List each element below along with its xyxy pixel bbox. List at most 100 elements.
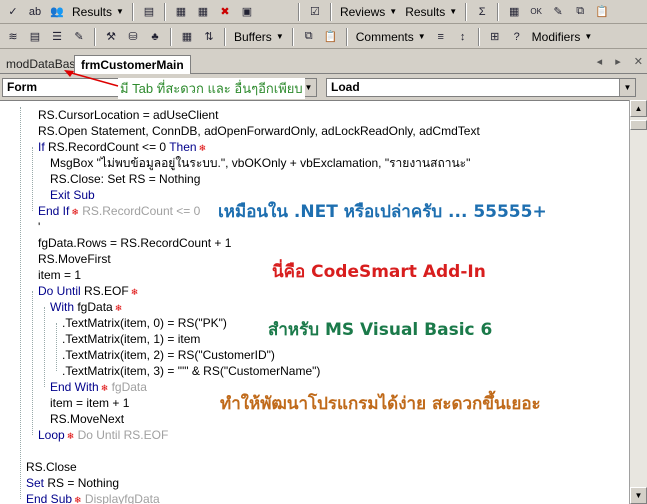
code-line[interactable]: RS.MoveNext (50, 411, 124, 427)
code-keyword: End With (50, 380, 99, 394)
toolbar-second: ≋ ▤ ☰ ✎ ⚒ ⛁ ♣ ▦ ⇅ Buffers ▼ ⧉ 📋 Comments ▼… (0, 25, 647, 49)
code-editor[interactable]: RS.CursorLocation = adUseClient RS.Open S… (0, 100, 629, 504)
code-line[interactable]: Loop ❄ Do Until RS.EOF (38, 427, 168, 443)
delete-icon[interactable]: ✖ (215, 2, 235, 22)
tab-next-icon[interactable]: ▸ (615, 56, 621, 68)
copy2-icon[interactable]: ⧉ (299, 27, 319, 47)
scroll-thumb[interactable] (630, 120, 647, 130)
code-text: RS.RecordCount <= 0 (48, 140, 170, 154)
code-line[interactable]: If RS.RecordCount <= 0 Then ❄ (38, 139, 206, 155)
code-keyword: Exit Sub (50, 188, 95, 202)
sort-az-icon[interactable]: ↕ (453, 27, 473, 47)
table-icon[interactable]: ▦ (177, 27, 197, 47)
code-line[interactable]: End With ❄ fgData (50, 379, 147, 395)
edit-icon[interactable]: ✎ (548, 2, 568, 22)
code-keyword: With (50, 300, 78, 314)
separator (163, 2, 166, 21)
separator (94, 27, 96, 46)
tree-list-icon[interactable]: ⊞ (485, 27, 505, 47)
code-line[interactable]: RS.Open Statement, ConnDB, adOpenForward… (38, 123, 480, 139)
code-line[interactable]: .TextMatrix(item, 2) = RS("CustomerID") (62, 347, 275, 363)
code-text: item = item + 1 (50, 396, 130, 410)
code-text: fgData.Rows = RS.RecordCount + 1 (38, 236, 232, 250)
database-icon[interactable]: ⛁ (123, 27, 143, 47)
comments-menu[interactable]: Comments ▼ (352, 27, 430, 47)
form-icon[interactable]: ▤ (139, 2, 159, 22)
sort-icon[interactable]: ⇅ (199, 27, 219, 47)
tree-icon[interactable]: ♣ (145, 27, 165, 47)
ok-icon[interactable]: OK (526, 2, 546, 22)
code-line[interactable]: item = item + 1 (50, 395, 129, 411)
code-text: .TextMatrix(item, 3) = "'" & RS("Custome… (62, 364, 321, 378)
dropdown-arrow-icon[interactable]: ▼ (619, 79, 635, 96)
code-line[interactable]: MsgBox "ไม่พบข้อมูลอยู่ในระบบ.", vbOKOnl… (50, 155, 470, 171)
code-text: ' (38, 220, 41, 234)
chart-edit-icon[interactable]: ✎ (69, 27, 89, 47)
tab-prev-icon[interactable]: ◂ (597, 56, 603, 68)
sigma-icon[interactable]: Σ (472, 2, 492, 22)
code-text: RS.MoveNext (50, 412, 125, 426)
code-line[interactable]: fgData.Rows = RS.RecordCount + 1 (38, 235, 231, 251)
results-menu[interactable]: Results ▼ (68, 2, 128, 22)
align-icon[interactable]: ≡ (431, 27, 451, 47)
code-line[interactable]: Set RS = Nothing (26, 475, 119, 491)
people-icon[interactable]: 👥 (47, 2, 67, 22)
code-line[interactable]: With fgData ❄ (50, 299, 122, 315)
help-icon[interactable]: ? (507, 27, 527, 47)
code-line[interactable]: .TextMatrix(item, 3) = "'" & RS("Custome… (62, 363, 320, 379)
scroll-up-icon[interactable]: ▲ (630, 100, 647, 117)
tab-close-icon[interactable]: ✕ (634, 56, 643, 68)
tab-controls: ◂ ▸ ✕ (587, 55, 643, 68)
window-icon[interactable]: ▣ (237, 2, 257, 22)
list-icon[interactable]: ☰ (47, 27, 67, 47)
code-text: RS.MoveFirst (38, 252, 111, 266)
code-text: RS = Nothing (47, 476, 120, 490)
spell-check-icon[interactable]: ✓ (3, 2, 23, 22)
grid-down-icon[interactable]: ▦ (193, 2, 213, 22)
code-line[interactable]: ' (38, 219, 40, 235)
procedure-combo[interactable]: Load ▼ (326, 78, 636, 97)
code-line[interactable]: .TextMatrix(item, 1) = item (62, 331, 200, 347)
code-line[interactable]: RS.CursorLocation = adUseClient (38, 107, 218, 123)
code-line[interactable]: End If ❄ RS.RecordCount <= 0 (38, 203, 200, 219)
calculator-icon[interactable]: ▤ (25, 27, 45, 47)
buffers-menu[interactable]: Buffers ▼ (230, 27, 288, 47)
code-line[interactable]: Do Until RS.EOF ❄ (38, 283, 138, 299)
clipboard-icon[interactable]: 📋 (321, 27, 341, 47)
reviews-menu[interactable]: Reviews ▼ (336, 2, 401, 22)
code-text: fgData (77, 300, 113, 314)
code-text: .TextMatrix(item, 2) = RS("CustomerID") (62, 348, 275, 362)
abc-icon[interactable]: ab (25, 2, 45, 22)
grid-up-icon[interactable]: ▦ (171, 2, 191, 22)
code-line[interactable]: RS.Close: Set RS = Nothing (50, 171, 200, 187)
separator (465, 2, 468, 21)
separator (477, 27, 480, 46)
code-text: item = 1 (38, 268, 82, 282)
checklist-icon[interactable]: ☑ (305, 2, 325, 22)
code-line[interactable]: End Sub ❄ DisplayfgData (26, 491, 160, 504)
structure-guide (44, 307, 45, 387)
code-text: RS.CursorLocation = adUseClient (38, 108, 219, 122)
results2-menu[interactable]: Results ▼ (401, 2, 461, 22)
paste-icon[interactable]: 📋 (592, 2, 612, 22)
modifiers-menu[interactable]: Modifiers ▼ (528, 27, 597, 47)
vertical-scrollbar[interactable]: ▲ ▼ (629, 100, 647, 504)
code-line[interactable]: RS.Close (26, 459, 77, 475)
stack-icon[interactable]: ≋ (3, 27, 23, 47)
code-text: RS.Open Statement, ConnDB, adOpenForward… (38, 124, 480, 138)
results-label: Results (72, 4, 113, 19)
code-line[interactable]: Exit Sub (50, 187, 95, 203)
code-line[interactable]: .TextMatrix(item, 0) = RS("PK") (62, 315, 227, 331)
code-line[interactable]: RS.MoveFirst (38, 251, 111, 267)
procedure-combo-value: Load (331, 80, 360, 94)
grid-icon[interactable]: ▦ (504, 2, 524, 22)
copy-icon[interactable]: ⧉ (570, 2, 590, 22)
block-end-comment: Do Until RS.EOF (74, 428, 169, 442)
code-line[interactable]: item = 1 (38, 267, 81, 283)
tab-tip-annotation: มี Tab ที่สะดวก และ อื่นๆอีกเพียบ (118, 78, 305, 99)
scroll-down-icon[interactable]: ▼ (630, 487, 647, 504)
tip-arrow-icon (64, 70, 119, 87)
tools-icon[interactable]: ⚒ (101, 27, 121, 47)
code-text: .TextMatrix(item, 0) = RS("PK") (62, 316, 227, 330)
code-keyword: Loop (38, 428, 65, 442)
